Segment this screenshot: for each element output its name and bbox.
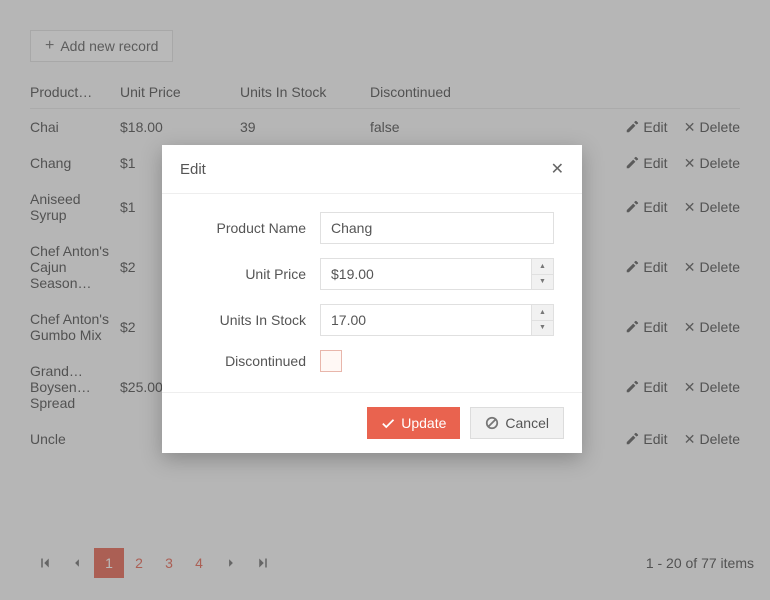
unit-price-step-down[interactable] xyxy=(531,274,553,290)
discontinued-label: Discontinued xyxy=(190,353,320,369)
discontinued-checkbox[interactable] xyxy=(320,350,342,372)
unit-price-step-up[interactable] xyxy=(531,259,553,274)
cancel-button[interactable]: Cancel xyxy=(470,407,564,439)
units-stock-label: Units In Stock xyxy=(190,312,320,328)
update-button-label: Update xyxy=(401,415,446,431)
close-icon[interactable]: ✕ xyxy=(551,159,564,179)
units-stock-input[interactable] xyxy=(320,304,554,336)
dialog-header: Edit ✕ xyxy=(162,145,582,194)
dialog-footer: Update Cancel xyxy=(162,392,582,453)
edit-dialog: Edit ✕ Product Name Unit Price Units In … xyxy=(162,145,582,453)
product-name-input[interactable] xyxy=(320,212,554,244)
unit-price-label: Unit Price xyxy=(190,266,320,282)
product-name-label: Product Name xyxy=(190,220,320,236)
units-stock-step-up[interactable] xyxy=(531,305,553,320)
dialog-body: Product Name Unit Price Units In Stock xyxy=(162,194,582,392)
dialog-title: Edit xyxy=(180,161,206,178)
units-stock-step-down[interactable] xyxy=(531,320,553,336)
update-button[interactable]: Update xyxy=(367,407,460,439)
unit-price-input[interactable] xyxy=(320,258,554,290)
cancel-button-label: Cancel xyxy=(505,415,549,431)
